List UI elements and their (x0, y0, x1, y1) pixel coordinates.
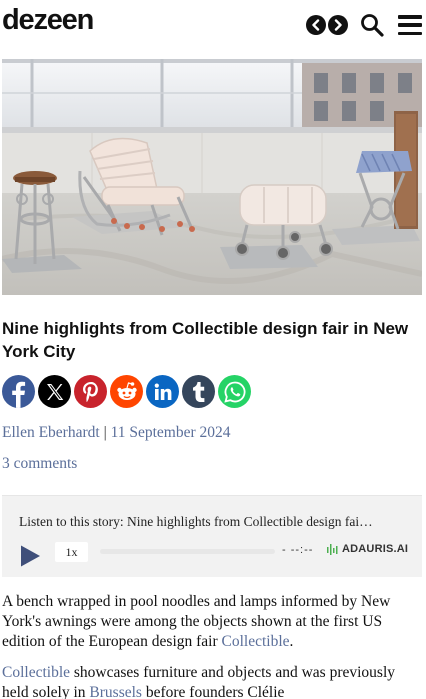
reddit-icon[interactable] (110, 375, 143, 408)
paragraph-text: A bench wrapped in pool noodles and lamp… (2, 593, 391, 650)
article-paragraph-2: Collectible showcases furniture and obje… (2, 663, 420, 699)
paragraph-text: . (289, 633, 294, 650)
tumblr-icon[interactable] (182, 375, 215, 408)
nav-icon-group (306, 10, 422, 40)
whatsapp-icon[interactable] (218, 375, 251, 408)
article-date-link[interactable]: 11 September 2024 (111, 424, 231, 441)
byline-separator: | (103, 424, 107, 441)
comments-link[interactable]: 3 comments (2, 455, 77, 473)
article-byline: Ellen Eberhardt | 11 September 2024 (2, 424, 231, 442)
article-paragraph-1: A bench wrapped in pool noodles and lamp… (2, 592, 420, 652)
paragraph-text: before founders Clélie (141, 684, 285, 699)
audio-time: - --:-- (282, 544, 314, 556)
hamburger-menu-icon[interactable] (398, 15, 422, 35)
share-bar (2, 375, 254, 408)
audio-player: Listen to this story: Nine highlights fr… (2, 495, 422, 577)
hero-image (2, 59, 422, 295)
audio-progress-bar[interactable] (100, 549, 275, 554)
top-navigation-bar: dezeen (0, 0, 426, 50)
pinterest-icon[interactable] (74, 375, 107, 408)
linkedin-icon[interactable] (146, 375, 179, 408)
adauris-logo-icon (327, 544, 338, 555)
collectible-link[interactable]: Collectible (222, 633, 290, 650)
article-headline: Nine highlights from Collectible design … (2, 319, 409, 361)
playback-speed-button[interactable]: 1x (55, 542, 88, 562)
adauris-brand-label: ADAURIS.AI (342, 543, 409, 555)
search-icon[interactable] (360, 13, 384, 37)
facebook-icon[interactable] (2, 375, 35, 408)
collectible-link[interactable]: Collectible (2, 664, 70, 681)
chevron-left-icon[interactable] (306, 15, 326, 35)
x-icon[interactable] (38, 375, 71, 408)
audio-player-title: Listen to this story: Nine highlights fr… (19, 514, 373, 529)
adauris-brand[interactable]: ADAURIS.AI (327, 543, 408, 555)
play-icon[interactable] (18, 544, 42, 568)
brussels-link[interactable]: Brussels (89, 684, 142, 699)
author-link[interactable]: Ellen Eberhardt (2, 424, 100, 441)
dezeen-logo[interactable]: dezeen (2, 4, 94, 37)
chevron-right-icon[interactable] (328, 15, 348, 35)
